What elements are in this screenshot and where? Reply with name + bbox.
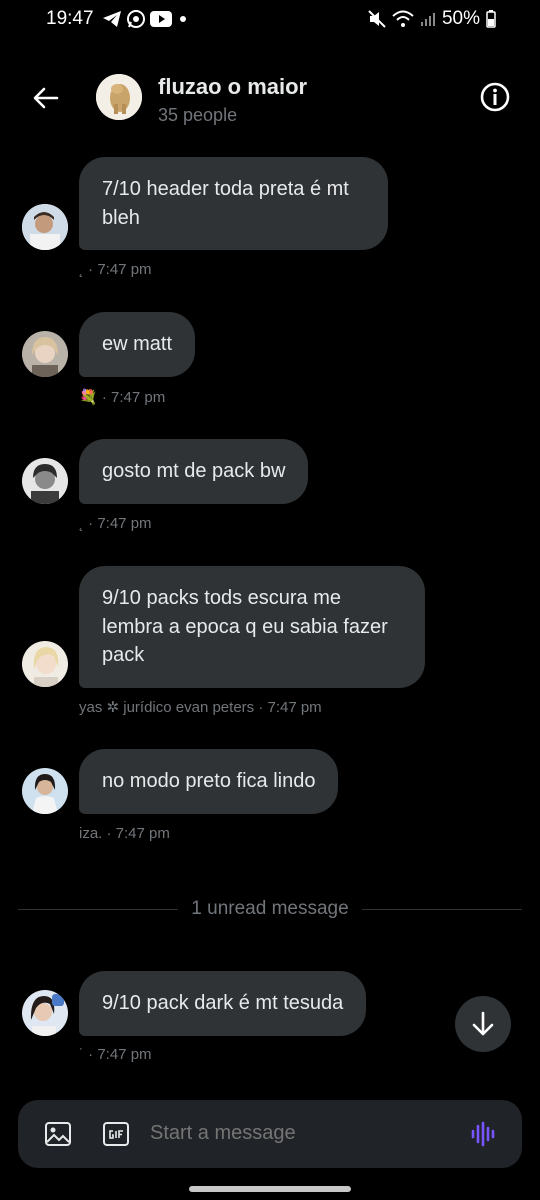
sender-avatar[interactable] xyxy=(22,990,68,1036)
conversation-header: fluzao o maior 35 people xyxy=(0,60,540,136)
message-bubble[interactable]: 9/10 packs tods escura me lembra a epoca… xyxy=(79,566,425,688)
wifi-icon xyxy=(392,10,414,27)
voice-wave-icon xyxy=(471,1121,495,1147)
telegram-icon xyxy=(103,11,121,27)
sender-name: ˛ xyxy=(79,515,84,532)
whatsapp-icon xyxy=(127,10,145,28)
message-bubble[interactable]: ew matt xyxy=(79,312,196,377)
message-bubble[interactable]: gosto mt de pack bw xyxy=(79,439,309,504)
home-indicator[interactable] xyxy=(189,1186,351,1192)
signal-icon xyxy=(420,13,435,26)
voice-message-button[interactable] xyxy=(470,1120,498,1148)
message-time: yas ✲ jurídico evan peters · 7:47 pm xyxy=(79,699,322,716)
message-time: · 7:47 pm xyxy=(88,261,152,278)
message-time: · 7:47 pm xyxy=(88,1046,152,1063)
arrow-left-icon xyxy=(33,87,59,109)
notification-icons xyxy=(102,9,190,29)
sender-avatar[interactable] xyxy=(22,641,68,687)
message-meta: yas ✲ jurídico evan peters · 7:47 pm xyxy=(79,698,322,716)
message-bubble[interactable]: 7/10 header toda preta é mt bleh xyxy=(79,157,388,250)
message-bubble[interactable]: no modo preto fica lindo xyxy=(79,749,339,814)
media-button[interactable] xyxy=(44,1120,72,1148)
sender-name: ˙ xyxy=(79,1046,84,1063)
image-icon xyxy=(45,1122,71,1146)
scroll-to-bottom-button[interactable] xyxy=(455,996,511,1052)
youtube-icon xyxy=(150,11,172,27)
status-right: 50% xyxy=(368,8,496,30)
dot-icon xyxy=(180,16,186,22)
gif-button[interactable] xyxy=(102,1120,130,1148)
group-title[interactable]: fluzao o maior xyxy=(158,74,307,100)
sender-avatar[interactable] xyxy=(22,331,68,377)
sender-name: 💐 xyxy=(79,389,98,406)
gif-icon xyxy=(103,1122,129,1146)
message-time: iza. · 7:47 pm xyxy=(79,825,170,842)
message-composer xyxy=(18,1100,522,1168)
sender-avatar[interactable] xyxy=(22,204,68,250)
info-circle-icon xyxy=(480,82,510,112)
sender-avatar[interactable] xyxy=(22,458,68,504)
battery-icon xyxy=(486,10,496,28)
message-time: · 7:47 pm xyxy=(88,515,152,532)
mute-icon xyxy=(368,10,386,28)
status-time: 19:47 xyxy=(46,8,94,29)
message-time: · 7:47 pm xyxy=(101,389,166,406)
message-meta: iza. · 7:47 pm xyxy=(79,825,170,842)
message-bubble[interactable]: 9/10 pack dark é mt tesuda xyxy=(79,971,367,1036)
sender-name: ˛ xyxy=(79,261,84,278)
group-avatar[interactable] xyxy=(96,74,142,120)
arrow-down-icon xyxy=(472,1011,494,1036)
message-meta: 💐 · 7:47 pm xyxy=(79,388,165,406)
unread-divider: 1 unread message xyxy=(18,898,522,920)
unread-label: 1 unread message xyxy=(18,898,522,920)
message-meta: ˛ · 7:47 pm xyxy=(79,261,152,278)
back-button[interactable] xyxy=(28,80,64,116)
battery-level: 50% xyxy=(441,8,480,29)
sender-avatar[interactable] xyxy=(22,768,68,814)
message-meta: ˛ · 7:47 pm xyxy=(79,515,152,532)
message-meta: ˙ · 7:47 pm xyxy=(79,1046,152,1063)
status-bar: 19:47 50% xyxy=(0,0,540,40)
info-button[interactable] xyxy=(478,80,512,114)
group-member-count: 35 people xyxy=(158,105,238,125)
message-input[interactable] xyxy=(150,1122,430,1145)
